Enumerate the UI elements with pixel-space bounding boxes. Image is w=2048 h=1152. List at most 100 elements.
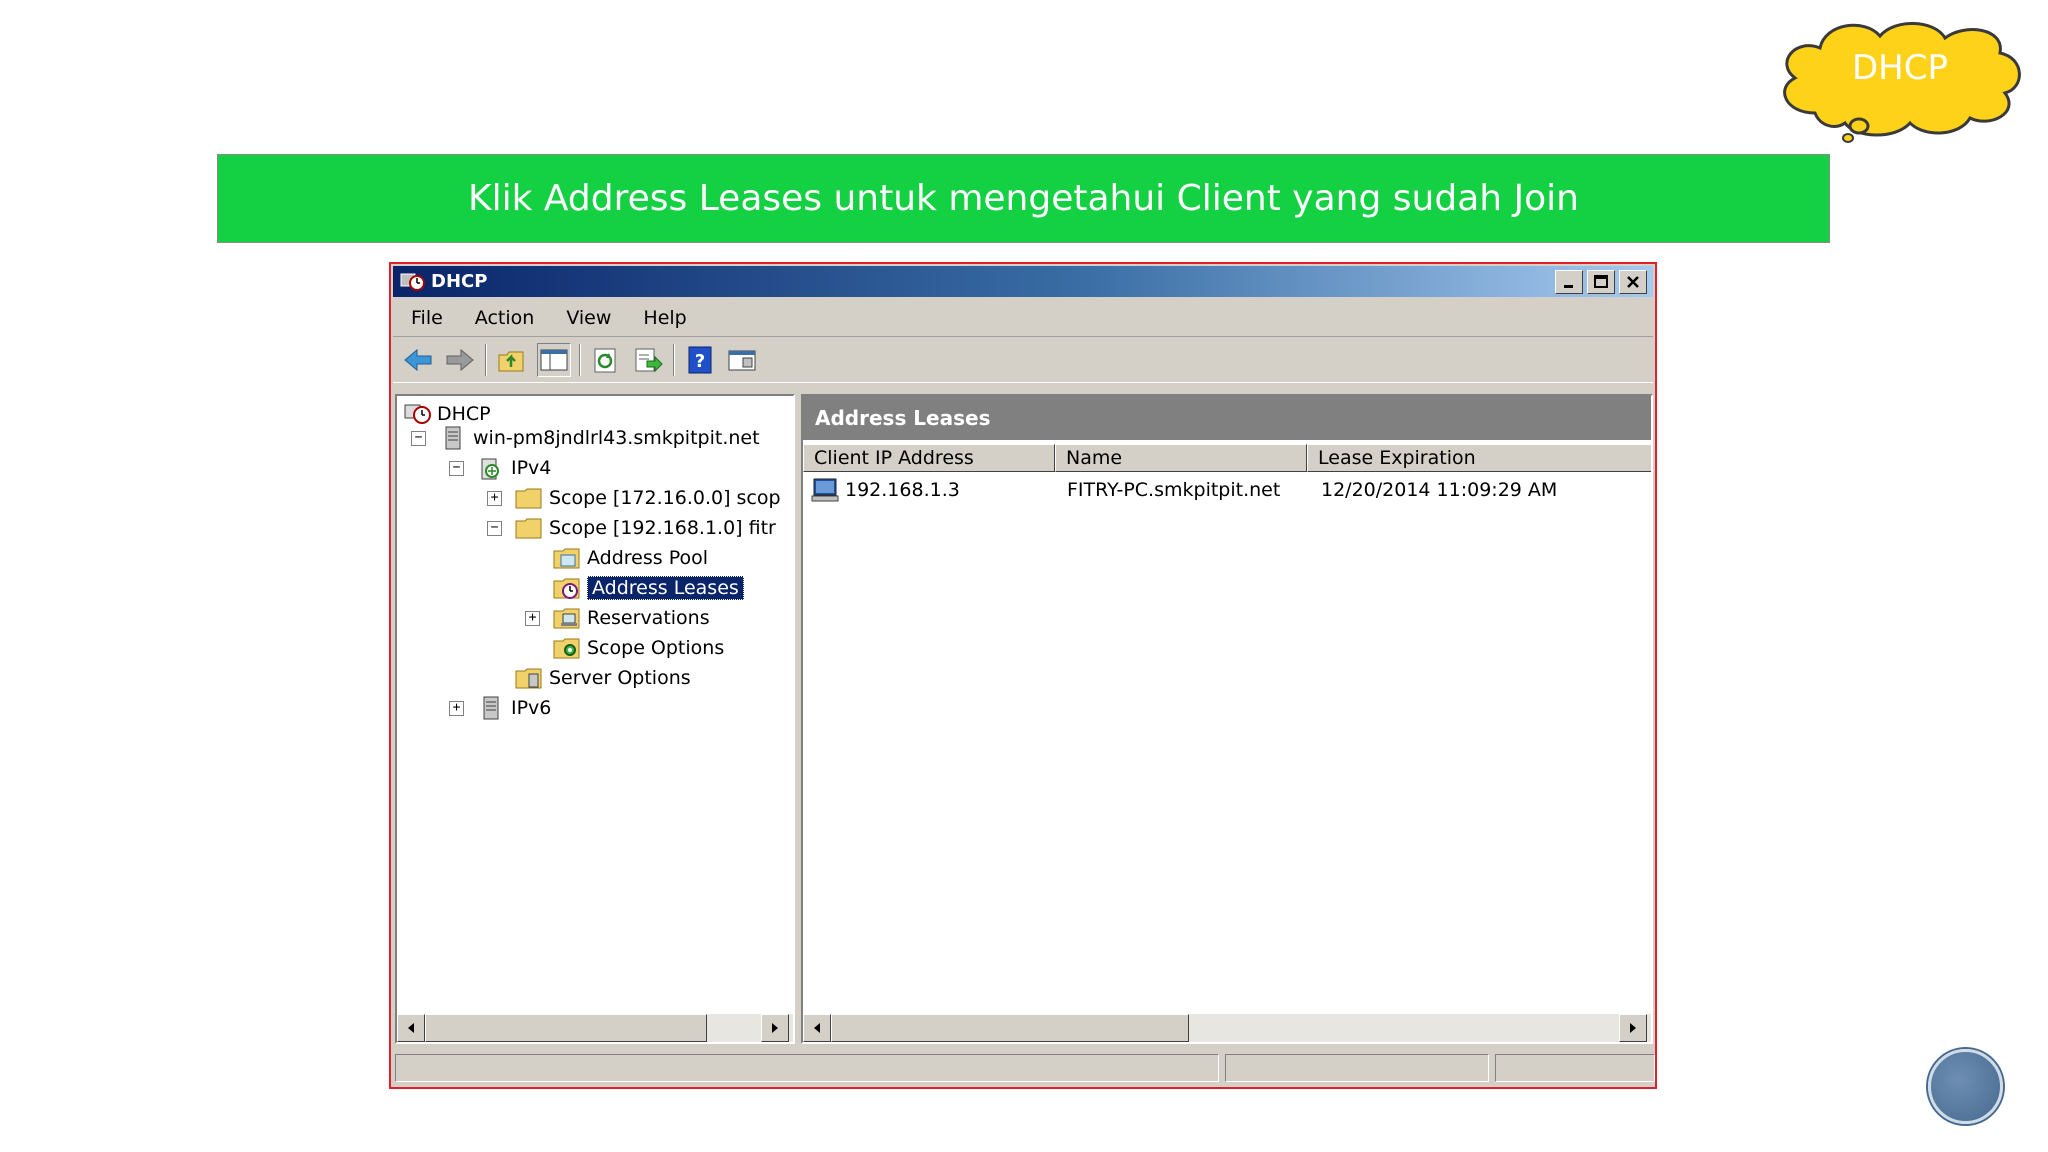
back-button[interactable] (401, 343, 435, 377)
toolbar-separator (673, 344, 675, 376)
refresh-button[interactable] (589, 343, 623, 377)
toolbar-separator (579, 344, 581, 376)
column-lease-expiration[interactable]: Lease Expiration (1307, 444, 1651, 472)
help-button[interactable]: ? (683, 343, 717, 377)
tree-label: Scope Options (587, 637, 725, 659)
status-panel-right (1495, 1054, 1655, 1082)
tree-node-reservations[interactable]: Reservations (553, 604, 710, 632)
console-tree: DHCP − win-pm8jndlrl43.smkpitpit.net − I… (395, 394, 795, 1044)
details-title: Address Leases (815, 406, 991, 430)
dhcp-app-icon (400, 273, 425, 291)
ipv4-server-icon (481, 458, 499, 480)
window-title: DHCP (431, 271, 488, 292)
lease-name: FITRY-PC.smkpitpit.net (1067, 479, 1281, 501)
close-button[interactable] (1619, 270, 1647, 294)
menu-help[interactable]: Help (643, 307, 686, 329)
arrow-right-icon (772, 1023, 778, 1033)
collapse-scope2-toggle[interactable]: − (487, 521, 502, 536)
folder-icon (515, 488, 542, 509)
reservations-icon (553, 608, 580, 629)
menu-view[interactable]: View (566, 307, 611, 329)
tree-label: Scope [172.16.0.0] scop (549, 487, 781, 509)
tree-node-server-options[interactable]: Server Options (515, 664, 691, 692)
dhcp-icon (404, 404, 431, 424)
lease-expiration: 12/20/2014 11:09:29 AM (1321, 479, 1558, 501)
arrow-right-icon (1630, 1023, 1636, 1033)
details-horizontal-scrollbar[interactable] (803, 1014, 1651, 1042)
status-panel-middle (1225, 1054, 1489, 1082)
instruction-text: Klik Address Leases untuk mengetahui Cli… (468, 178, 1579, 219)
minimize-icon (1564, 285, 1573, 288)
scope-options-icon (553, 638, 580, 659)
back-arrow-icon (404, 348, 432, 372)
scroll-right-button[interactable] (761, 1014, 789, 1042)
tree-node-scope-options[interactable]: Scope Options (553, 634, 724, 662)
scroll-left-button[interactable] (397, 1014, 425, 1042)
expand-scope1-toggle[interactable]: + (487, 491, 502, 506)
minimize-button[interactable] (1555, 270, 1583, 294)
column-name[interactable]: Name (1055, 444, 1307, 472)
tree-label: DHCP (437, 403, 491, 425)
collapse-server-toggle[interactable]: − (411, 431, 426, 446)
tree-node-ipv6[interactable]: IPv6 (477, 694, 551, 722)
title-bar[interactable]: DHCP (393, 266, 1653, 297)
forward-button[interactable] (443, 343, 477, 377)
show-hide-tree-button[interactable] (537, 343, 571, 377)
address-pool-icon (553, 548, 580, 569)
scroll-left-button[interactable] (803, 1014, 831, 1042)
dhcp-window: DHCP File Action View Help ? DHCP − win-… (389, 262, 1657, 1089)
svg-text:?: ? (695, 351, 705, 372)
tree-node-scope-172[interactable]: Scope [172.16.0.0] scop (515, 484, 781, 512)
column-client-ip[interactable]: Client IP Address (803, 444, 1055, 472)
expand-reservations-toggle[interactable]: + (525, 611, 540, 626)
folder-open-icon (515, 518, 542, 539)
tree-horizontal-scrollbar[interactable] (397, 1014, 793, 1042)
scroll-thumb[interactable] (425, 1014, 707, 1042)
up-one-level-button[interactable] (495, 343, 529, 377)
toolbar: ? (393, 338, 1653, 383)
ipv6-server-icon (483, 696, 499, 720)
details-pane: Address Leases Client IP Address Name Le… (801, 394, 1653, 1044)
instruction-banner: Klik Address Leases untuk mengetahui Cli… (217, 154, 1830, 243)
tree-node-address-pool[interactable]: Address Pool (553, 544, 708, 572)
expand-ipv6-toggle[interactable]: + (449, 701, 464, 716)
export-list-icon (635, 348, 663, 373)
tree-label: Address Pool (587, 547, 709, 569)
tree-node-ipv4[interactable]: IPv4 (477, 454, 551, 482)
collapse-ipv4-toggle[interactable]: − (449, 461, 464, 476)
help-icon: ? (688, 346, 712, 374)
tree-label: Server Options (549, 667, 691, 689)
address-leases-icon (553, 578, 580, 599)
tree-label: Scope [192.168.1.0] fitr (549, 517, 776, 539)
dhcp-cloud-badge: DHCP (1775, 18, 2030, 143)
lease-ip: 192.168.1.3 (845, 479, 960, 501)
export-list-button[interactable] (631, 343, 665, 377)
dhcp-badge-label: DHCP (1852, 48, 1948, 88)
menu-bar: File Action View Help (393, 300, 1653, 337)
up-folder-icon (498, 351, 524, 372)
server-icon (445, 426, 461, 450)
maximize-button[interactable] (1587, 270, 1615, 294)
status-bar (393, 1048, 1655, 1085)
tree-label: Reservations (587, 607, 710, 629)
arrow-left-icon (408, 1023, 414, 1033)
lease-ip-cell: 192.168.1.3 (811, 476, 960, 504)
scroll-right-button[interactable] (1619, 1014, 1647, 1042)
tree-label: IPv4 (511, 457, 552, 479)
scroll-thumb[interactable] (831, 1014, 1189, 1042)
menu-file[interactable]: File (411, 307, 443, 329)
menu-action[interactable]: Action (475, 307, 535, 329)
tree-node-address-leases[interactable]: Address Leases (553, 574, 744, 602)
tree-node-scope-192[interactable]: Scope [192.168.1.0] fitr (515, 514, 776, 542)
tree-node-server[interactable]: win-pm8jndlrl43.smkpitpit.net (439, 424, 760, 452)
maximize-icon (1594, 275, 1608, 288)
slide-logo-circle (1928, 1049, 2003, 1124)
properties-icon (728, 350, 756, 371)
tree-label-selected: Address Leases (587, 576, 744, 600)
status-panel-main (395, 1054, 1219, 1082)
arrow-left-icon (814, 1023, 820, 1033)
properties-button[interactable] (725, 343, 759, 377)
toolbar-separator (485, 344, 487, 376)
server-options-icon (515, 668, 542, 689)
tree-label: IPv6 (511, 697, 552, 719)
